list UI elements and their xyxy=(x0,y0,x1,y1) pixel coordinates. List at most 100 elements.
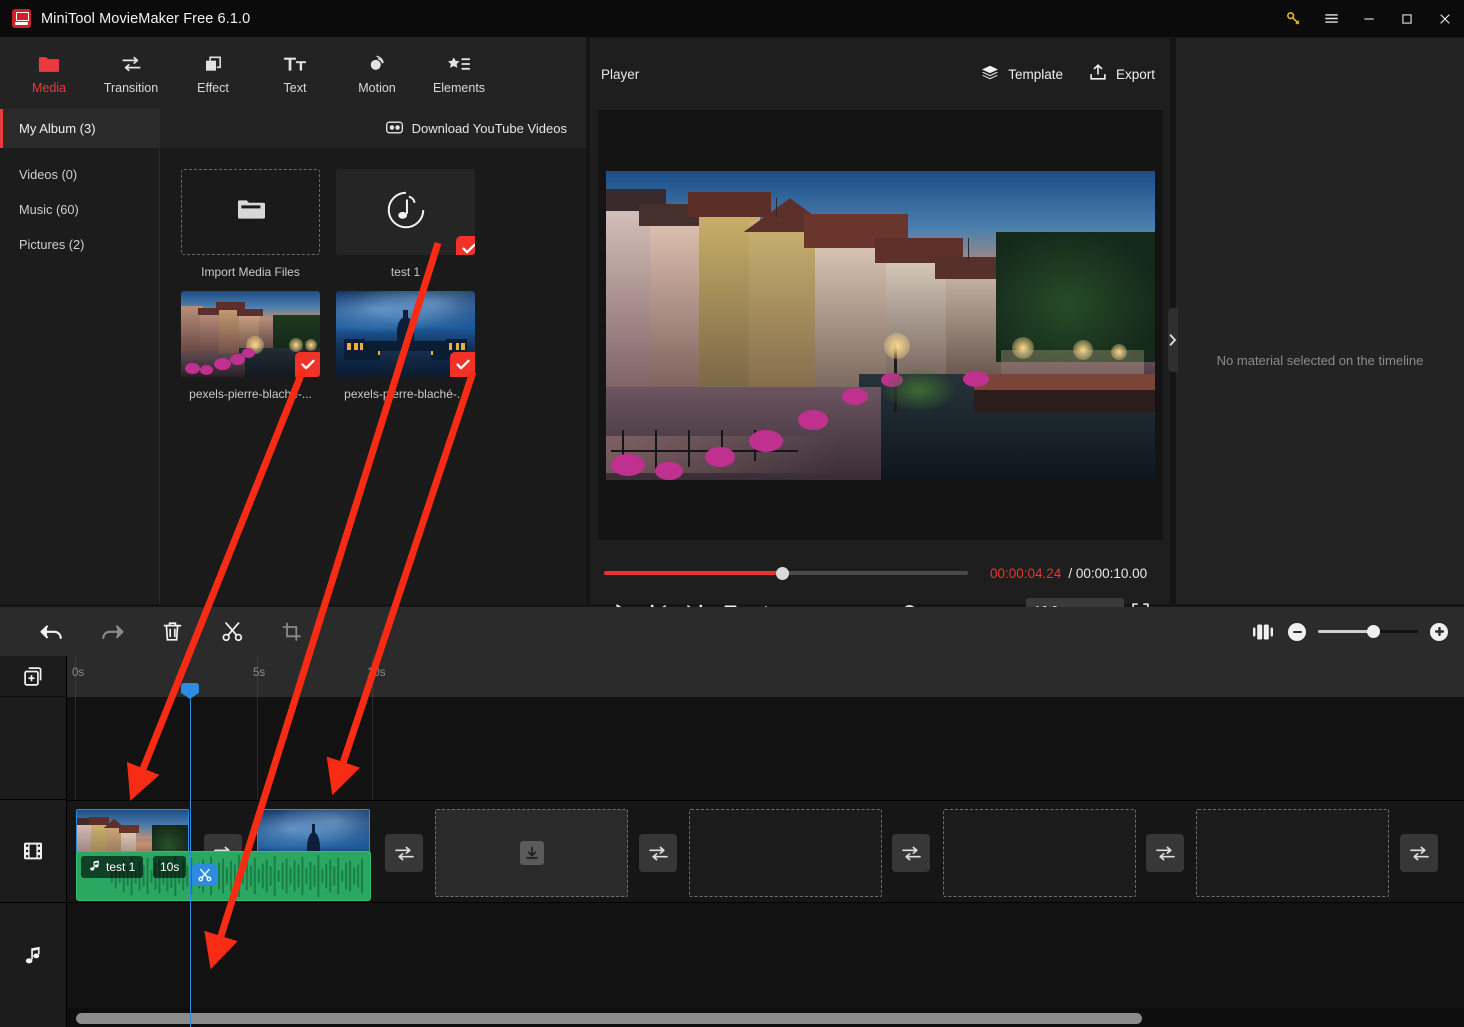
motion-circles-icon xyxy=(366,52,388,74)
album-bar: My Album (3) Download YouTube Videos xyxy=(0,109,586,148)
media-item-checkbox[interactable] xyxy=(450,352,475,377)
tab-transition-label: Transition xyxy=(103,80,159,95)
timeline-audio-clip[interactable]: test 1 10s xyxy=(76,851,371,901)
timeline-ruler[interactable]: 0s 5s 10s xyxy=(67,656,1464,697)
transition-slot-2[interactable] xyxy=(385,834,423,872)
transition-slot-5[interactable] xyxy=(1146,834,1184,872)
tab-elements[interactable]: Elements xyxy=(418,37,500,109)
undo-button[interactable] xyxy=(22,607,82,656)
sidebar-item-pictures[interactable]: Pictures (2) xyxy=(0,227,159,262)
media-item-photo-a[interactable] xyxy=(181,291,320,377)
music-note-icon xyxy=(89,860,100,875)
transition-slot-6[interactable] xyxy=(1400,834,1438,872)
ruler-tick-10s: 10s xyxy=(367,667,386,679)
download-youtube-label: Download YouTube Videos xyxy=(411,121,567,136)
tab-text[interactable]: Text xyxy=(254,37,336,109)
split-at-playhead-badge[interactable] xyxy=(192,864,217,886)
zoom-handle[interactable] xyxy=(1367,625,1380,638)
seek-progress xyxy=(604,571,783,575)
album-tab-my-album[interactable]: My Album (3) xyxy=(0,109,160,148)
tab-media[interactable]: Media xyxy=(8,37,90,109)
layers-square-icon xyxy=(203,52,224,74)
preview-frame xyxy=(606,170,1155,480)
time-separator: / xyxy=(1068,565,1073,581)
media-item-photo-a-label: pexels-pierre-blaché-... xyxy=(189,387,312,401)
playhead-line xyxy=(190,686,191,1027)
media-item-checkbox[interactable] xyxy=(295,352,320,377)
main-tab-bar: Media Transition Effect Text Motion Elem… xyxy=(0,37,586,109)
track-header-audio[interactable] xyxy=(0,903,66,1008)
scrollbar-thumb[interactable] xyxy=(76,1013,1142,1024)
timeline-zoom-controls xyxy=(1250,619,1464,645)
export-label: Export xyxy=(1115,66,1155,82)
transition-slot-4[interactable] xyxy=(892,834,930,872)
player-stage xyxy=(598,110,1163,540)
timeline-placeholder-2[interactable] xyxy=(689,809,882,897)
maximize-icon[interactable] xyxy=(1388,0,1426,37)
split-button[interactable] xyxy=(202,607,262,656)
text-tt-icon xyxy=(283,52,307,74)
sidebar-item-pictures-label: Pictures (2) xyxy=(19,237,85,252)
track-header-video[interactable] xyxy=(0,800,66,903)
tab-effect-label: Effect xyxy=(197,80,229,95)
media-item-checkbox[interactable] xyxy=(456,236,475,255)
media-library-panel: My Album (3) Download YouTube Videos Vid… xyxy=(0,109,586,604)
audio-clip-name: test 1 xyxy=(106,860,136,874)
delete-button[interactable] xyxy=(142,607,202,656)
total-time: / 00:00:10.00 xyxy=(1068,566,1147,581)
media-cell-audio: test 1 xyxy=(336,169,491,279)
timeline-placeholder-download[interactable] xyxy=(435,809,628,897)
window-title: MiniTool MovieMaker Free 6.1.0 xyxy=(41,10,251,27)
add-track-button[interactable] xyxy=(0,656,66,697)
template-button[interactable]: Template xyxy=(981,65,1063,84)
timeline-placeholder-3[interactable] xyxy=(943,809,1136,897)
sidebar-item-videos[interactable]: Videos (0) xyxy=(0,157,159,192)
tab-transition[interactable]: Transition xyxy=(90,37,172,109)
properties-panel: No material selected on the timeline xyxy=(1168,38,1464,604)
media-item-photo-b[interactable] xyxy=(336,291,475,377)
menu-icon[interactable] xyxy=(1312,0,1350,37)
window-controls xyxy=(1274,0,1464,37)
seek-handle[interactable] xyxy=(775,566,789,580)
sidebar-item-music-label: Music (60) xyxy=(19,202,79,217)
player-title: Player xyxy=(601,66,640,82)
tab-media-label: Media xyxy=(31,80,67,95)
audio-clip-name-chip: test 1 xyxy=(81,856,144,878)
timeline-track-extra[interactable] xyxy=(67,697,1464,800)
timeline-track-audio[interactable] xyxy=(67,903,1464,1008)
minimize-icon[interactable] xyxy=(1350,0,1388,37)
folder-open-icon xyxy=(236,198,266,227)
video-preview[interactable] xyxy=(606,170,1155,480)
audio-clip-duration: 10s xyxy=(153,856,187,878)
album-tab-label: My Album (3) xyxy=(19,121,96,136)
zoom-in-button[interactable] xyxy=(1430,622,1448,641)
timeline-horizontal-scrollbar[interactable] xyxy=(67,1013,1457,1024)
media-cell-import: Import Media Files xyxy=(181,169,336,279)
redo-button[interactable] xyxy=(82,607,142,656)
track-header-extra[interactable] xyxy=(0,697,66,800)
ruler-tick-0s: 0s xyxy=(72,667,85,679)
export-button[interactable]: Export xyxy=(1089,64,1155,84)
ruler-tick-5s: 5s xyxy=(253,667,266,679)
seek-slider[interactable] xyxy=(604,566,968,580)
key-icon[interactable] xyxy=(1274,0,1312,37)
media-item-test-1[interactable] xyxy=(336,169,475,255)
media-item-test-1-label: test 1 xyxy=(390,265,421,279)
youtube-download-icon xyxy=(385,121,403,137)
tab-effect[interactable]: Effect xyxy=(172,37,254,109)
transition-slot-3[interactable] xyxy=(639,834,677,872)
crop-button[interactable] xyxy=(262,607,322,656)
fit-timeline-icon[interactable] xyxy=(1250,619,1276,645)
tab-motion[interactable]: Motion xyxy=(336,37,418,109)
timeline-zoom-slider[interactable] xyxy=(1318,625,1418,638)
media-category-list: Videos (0) Music (60) Pictures (2) xyxy=(0,148,160,604)
sidebar-item-music[interactable]: Music (60) xyxy=(0,192,159,227)
seek-row: 00:00:04.24 / 00:00:10.00 xyxy=(590,558,1170,588)
timeline-placeholder-4[interactable] xyxy=(1196,809,1389,897)
zoom-out-button[interactable] xyxy=(1288,622,1306,641)
timeline-body: 0s 5s 10s test 1 10s xyxy=(0,656,1464,1027)
import-media-files-button[interactable] xyxy=(181,169,320,255)
player-actions: Template Export xyxy=(981,64,1170,84)
download-youtube-videos-button[interactable]: Download YouTube Videos xyxy=(385,121,567,137)
close-icon[interactable] xyxy=(1426,0,1464,37)
